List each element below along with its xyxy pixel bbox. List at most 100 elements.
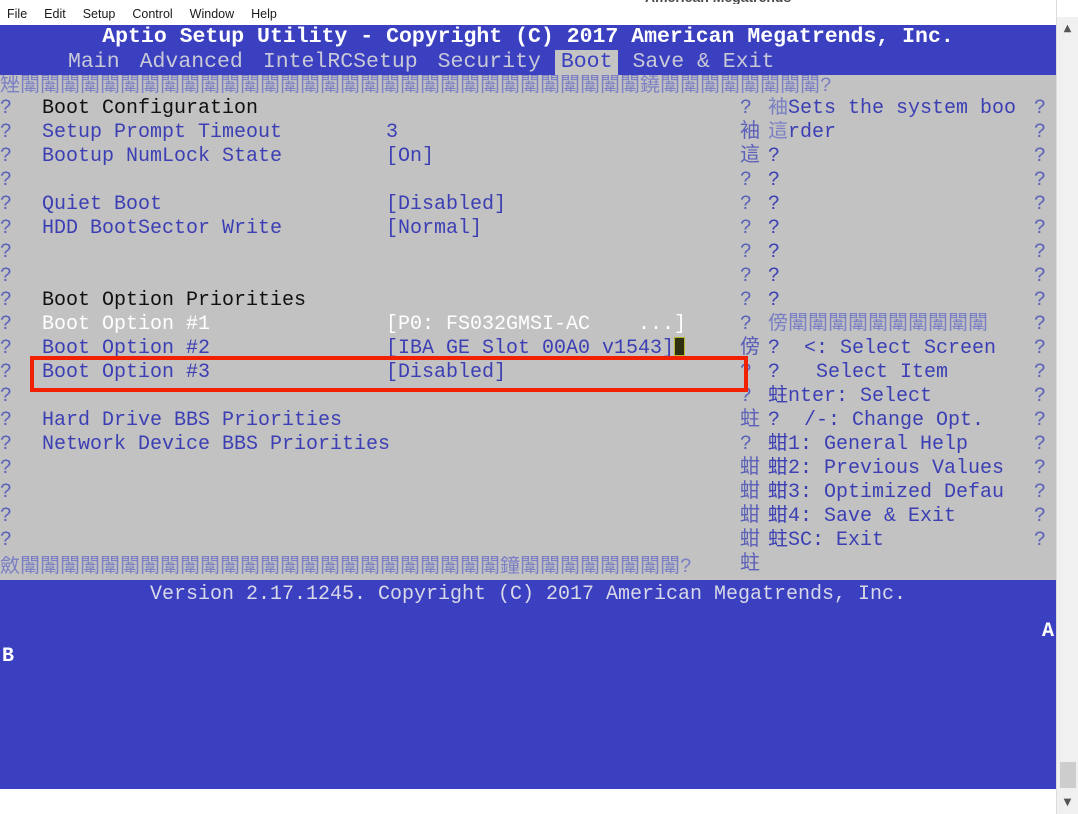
menu-item-edit[interactable]: Edit — [44, 4, 66, 24]
left-border-column: ? ? ? ? ? ? ? ? ? ? ? ? ? ? ? ? ? ? ? — [0, 97, 13, 552]
help-blank-row: ? — [768, 217, 781, 240]
help-key-prefix-glyph: 蛀 — [768, 529, 788, 552]
tab-security[interactable]: Security — [432, 50, 547, 75]
tab-boot[interactable]: Boot — [554, 50, 619, 75]
help-key-text: 2: Previous Values — [788, 457, 1005, 480]
help-description-line: 這rder — [768, 121, 1036, 145]
menu-item-window[interactable]: Window — [190, 4, 234, 24]
settings-section-boot-configuration[interactable]: Boot Configuration — [30, 97, 740, 121]
settings-row-setup-prompt-timeout[interactable]: Setup Prompt Timeout 3 — [30, 121, 740, 145]
scrollbar-thumb[interactable] — [1060, 762, 1076, 788]
setting-value: [IBA GE Slot 00A0 v1543] — [386, 337, 686, 361]
help-description-line: 袖Sets the system boo — [768, 97, 1036, 121]
border-top-row: 矬闈闈闈闈闈闈闈闈闈闈闈闈闈闈闈闈闈闈闈闈闈闈闈闈闈闈闈闈闈闈闈鐃闈闈闈闈闈闈闈… — [0, 75, 833, 98]
help-key-text: ? Select Item — [768, 361, 949, 384]
menu-bar: File Edit Setup Control Window Help — [0, 4, 1056, 24]
tab-save-exit[interactable]: Save & Exit — [626, 50, 780, 75]
settings-spacer-row — [30, 385, 740, 409]
menu-item-help[interactable]: Help — [251, 4, 277, 24]
setting-label: HDD BootSector Write — [42, 217, 283, 240]
help-key-prefix-glyph: 蚶 — [768, 433, 788, 456]
bios-tab-bar: Main Advanced IntelRCSetup Security Boot… — [0, 50, 1056, 75]
settings-row-network-device-bbs-priorities[interactable]: Network Device BBS Priorities — [30, 433, 740, 457]
setting-value: [Normal] — [386, 217, 483, 240]
help-key-select-screen: ? <: Select Screen — [768, 337, 1036, 361]
text-cursor-block — [674, 337, 686, 356]
help-key-prefix-glyph: 蚶 — [768, 481, 788, 504]
setting-label: Boot Option #2 — [42, 337, 211, 360]
stray-glyph-left: B — [2, 645, 15, 668]
help-key-text: ? /-: Change Opt. — [768, 409, 985, 432]
setting-value: [P0: FS032GMSI-AC ...] — [386, 313, 687, 336]
settings-section-boot-option-priorities[interactable]: Boot Option Priorities — [30, 289, 740, 313]
menu-item-setup[interactable]: Setup — [83, 4, 116, 24]
help-blank-row: ? — [768, 289, 781, 312]
help-line-text: Sets the system boo — [788, 97, 1017, 120]
help-key-prefix-glyph: 蛀 — [768, 385, 788, 408]
bios-title: Aptio Setup Utility - Copyright (C) 2017… — [102, 25, 954, 49]
help-blank-row: ? — [768, 193, 781, 216]
setting-value: [Disabled] — [386, 361, 507, 384]
scroll-up-arrow-icon[interactable]: ▲ — [1057, 18, 1078, 38]
vertical-scrollbar[interactable]: ▲ ▼ — [1056, 0, 1078, 814]
help-blank-row: ? — [768, 265, 781, 288]
help-key-3-optimized-defau: 蚶3: Optimized Defau — [768, 481, 1036, 505]
setting-label: Setup Prompt Timeout — [42, 121, 283, 144]
setting-label: Hard Drive BBS Priorities — [42, 409, 343, 432]
help-key-text: ? <: Select Screen — [768, 337, 997, 360]
pane-divider-column: ? 袖 這 ? ? ? ? ? ? ? 傍 ? ? 蛀 ? 蚶 蚶 蚶 蚶 蛀 — [740, 97, 760, 576]
scrollbar-top-gap — [1057, 0, 1078, 17]
settings-spacer-row — [30, 241, 740, 265]
right-border-column: ? ? ? ? ? ? ? ? ? ? ? ? ? ? ? ? ? ? ? — [1034, 97, 1047, 552]
tab-intelrcsetup[interactable]: IntelRCSetup — [257, 50, 424, 75]
setting-label: Bootup NumLock State — [42, 145, 283, 168]
help-key-text: 4: Save & Exit — [788, 505, 957, 528]
settings-row-boot-option-2[interactable]: Boot Option #2 [IBA GE Slot 00A0 v1543] — [30, 337, 740, 361]
settings-spacer-row — [30, 169, 740, 193]
settings-pane: Boot Configuration Setup Prompt Timeout 3 B… — [30, 97, 740, 555]
help-key-1-general-help: 蚶1: General Help — [768, 433, 1036, 457]
settings-row-boot-option-3[interactable]: Boot Option #3 [Disabled] — [30, 361, 740, 385]
setting-value: [On] — [386, 145, 435, 168]
tab-main[interactable]: Main — [62, 50, 126, 75]
settings-row-hard-drive-bbs-priorities[interactable]: Hard Drive BBS Priorities — [30, 409, 740, 433]
settings-row-quiet-boot[interactable]: Quiet Boot [Disabled] — [30, 193, 740, 217]
help-pane: 袖Sets the system boo 這rder??????? 傍闈闈闈闈闈闈闈… — [768, 97, 1036, 555]
help-line-prefix-glyph: 袖 — [768, 97, 788, 120]
help-separator: 傍闈闈闈闈闈闈闈闈闈闈 — [768, 313, 988, 336]
help-blank-row: ? — [768, 169, 781, 192]
help-key-4-save-exit: 蚶4: Save & Exit — [768, 505, 1036, 529]
menu-item-file[interactable]: File — [7, 4, 27, 24]
setting-label: Boot Option #3 — [42, 361, 211, 384]
setting-value: [Disabled] — [386, 193, 507, 216]
bios-terminal: Aptio Setup Utility - Copyright (C) 2017… — [0, 25, 1056, 789]
help-key-sc-exit: 蛀SC: Exit — [768, 529, 1036, 553]
border-bottom-row: 斂闈闈闈闈闈闈闈闈闈闈闈闈闈闈闈闈闈闈闈闈闈闈闈闈鐘闈闈闈闈闈闈闈闈? — [0, 556, 693, 579]
help-blank-row: ? — [768, 241, 781, 264]
setting-label: Network Device BBS Priorities — [42, 433, 391, 456]
settings-spacer-row — [30, 265, 740, 289]
settings-row-bootup-numlock-state[interactable]: Bootup NumLock State [On] — [30, 145, 740, 169]
application-window: American Megatrends File Edit Setup Cont… — [0, 0, 1078, 814]
help-key-text: 3: Optimized Defau — [788, 481, 1005, 504]
help-line-prefix-glyph: 這 — [768, 121, 788, 144]
help-blank-row: ? — [768, 145, 781, 168]
setting-label: Boot Option Priorities — [42, 289, 307, 312]
stray-glyph-right: A — [1042, 620, 1055, 643]
help-key-text: 1: General Help — [788, 433, 969, 456]
settings-row-hdd-bootsector-write[interactable]: HDD BootSector Write [Normal] — [30, 217, 740, 241]
tab-advanced[interactable]: Advanced — [134, 50, 249, 75]
setting-label: Quiet Boot — [42, 193, 163, 216]
help-key-text: nter: Select — [788, 385, 933, 408]
help-key-text: SC: Exit — [788, 529, 885, 552]
help-key-change-opt: ? /-: Change Opt. — [768, 409, 1036, 433]
help-key-select-item: ? Select Item — [768, 361, 1036, 385]
bios-body-panel: 矬闈闈闈闈闈闈闈闈闈闈闈闈闈闈闈闈闈闈闈闈闈闈闈闈闈闈闈闈闈闈闈鐃闈闈闈闈闈闈闈… — [0, 75, 1056, 580]
help-line-text: rder — [788, 121, 837, 144]
scroll-down-arrow-icon[interactable]: ▼ — [1057, 792, 1078, 812]
menu-item-control[interactable]: Control — [132, 4, 172, 24]
setting-label: Boot Configuration — [42, 97, 259, 120]
settings-row-boot-option-1[interactable]: Boot Option #1 [P0: FS032GMSI-AC ...] — [30, 313, 740, 337]
help-key-prefix-glyph: 蚶 — [768, 505, 788, 528]
help-key-prefix-glyph: 蚶 — [768, 457, 788, 480]
